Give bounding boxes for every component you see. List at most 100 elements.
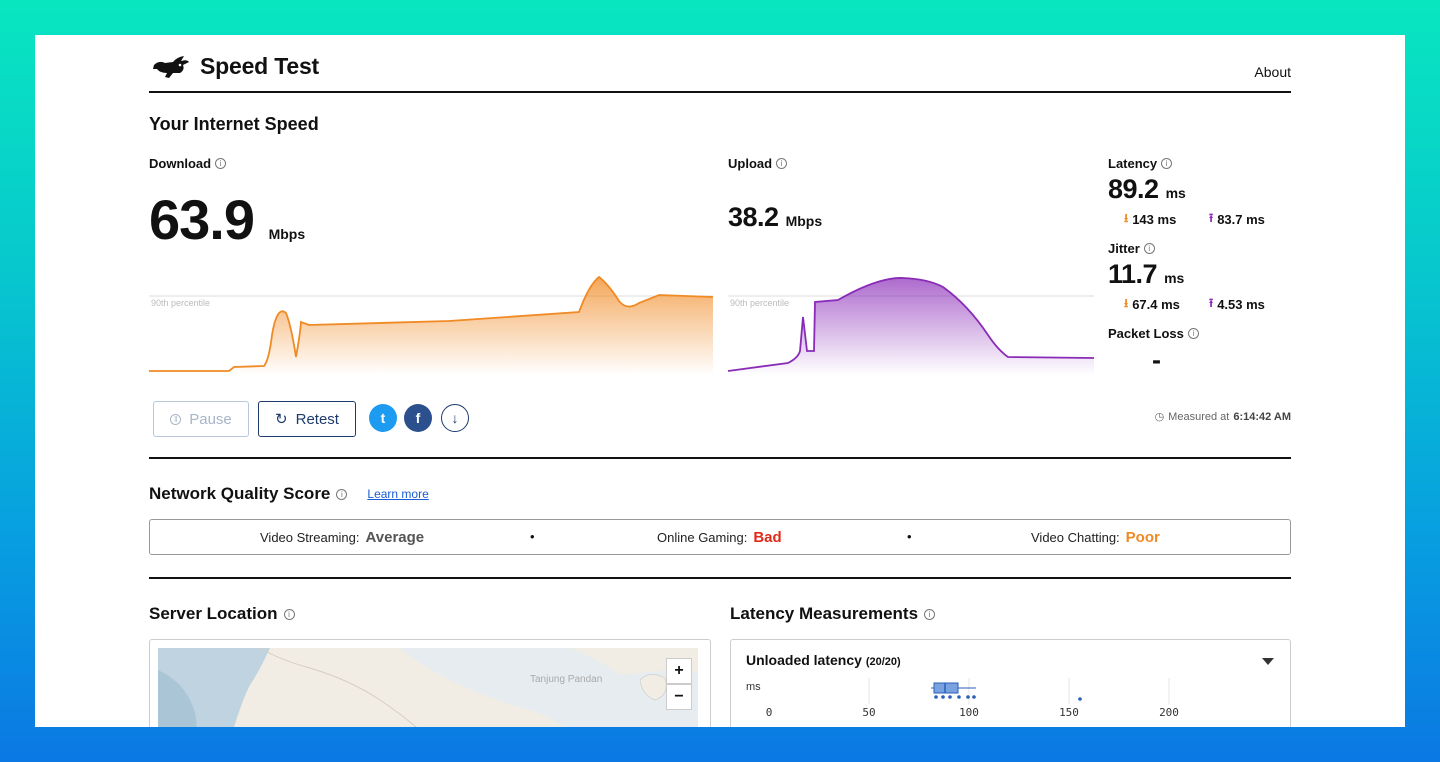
latency-panel-count: (20/20) xyxy=(865,656,901,668)
network-quality-box: Video Streaming: Average • Online Gaming… xyxy=(149,519,1291,555)
measured-at: ◷ Measured at 6:14:42 AM xyxy=(1155,410,1291,424)
latency-measurements-title: Latency Measurements i xyxy=(730,604,936,624)
percentile-label: 90th percentile xyxy=(151,298,210,308)
upload-value: 38.2 xyxy=(728,202,779,232)
jitter-unit: ms xyxy=(1164,270,1185,286)
jitter-download: ⭳ 67.4 ms xyxy=(1124,294,1180,315)
server-location-title: Server Location i xyxy=(149,604,295,624)
download-icon: ↓ xyxy=(451,410,459,426)
jitter-up-value: 4.53 ms xyxy=(1217,297,1265,312)
upload-label-text: Upload xyxy=(728,156,773,171)
learn-more-link[interactable]: Learn more xyxy=(367,487,428,501)
upload-arrow-icon: ⭱ xyxy=(1209,211,1214,225)
download-value: 63.9 xyxy=(149,188,255,251)
quality-value: Poor xyxy=(1125,529,1160,546)
upload-value-block: 38.2 Mbps xyxy=(728,202,822,233)
facebook-icon: f xyxy=(415,410,421,426)
info-icon[interactable]: i xyxy=(215,158,227,169)
retest-label: Retest xyxy=(295,410,339,428)
info-icon[interactable]: i xyxy=(1161,158,1173,169)
sample-point xyxy=(948,695,952,699)
info-icon[interactable]: i xyxy=(1187,328,1199,339)
latency-down-value: 143 ms xyxy=(1132,212,1177,227)
divider xyxy=(149,577,1291,579)
zoom-out-button[interactable]: − xyxy=(666,684,692,710)
retest-button[interactable]: ↻ Retest xyxy=(258,401,356,437)
quality-label: Online Gaming: xyxy=(657,530,748,545)
latency-value: 89.2 xyxy=(1108,174,1159,204)
info-icon[interactable]: i xyxy=(776,158,788,169)
latency-value-block: 89.2 ms xyxy=(1108,174,1186,205)
zoom-in-button[interactable]: + xyxy=(666,658,692,684)
jitter-upload: ⭱ 4.53 ms xyxy=(1209,294,1265,315)
map-canvas[interactable]: Tanjung Pandan xyxy=(150,640,711,727)
latency-unit: ms xyxy=(1165,185,1186,201)
download-arrow-icon: ⭳ xyxy=(1124,296,1129,310)
latency-up-value: 83.7 ms xyxy=(1217,212,1265,227)
download-results-button[interactable]: ↓ xyxy=(441,404,469,432)
packet-loss-label: Packet Loss i xyxy=(1108,326,1199,341)
latency-measurements-title-text: Latency Measurements xyxy=(730,604,919,623)
jitter-value-block: 11.7 ms xyxy=(1108,259,1184,290)
server-map[interactable]: Tanjung Pandan + − xyxy=(149,639,711,727)
download-chart: 90th percentile xyxy=(149,275,713,375)
chevron-down-icon[interactable] xyxy=(1262,658,1274,665)
tick-label: 200 xyxy=(1159,706,1179,719)
tick-label: 50 xyxy=(862,706,875,719)
sample-point xyxy=(934,695,938,699)
sample-point xyxy=(966,695,970,699)
info-icon[interactable]: i xyxy=(1143,243,1155,254)
download-label: Download i xyxy=(149,156,227,171)
latency-panel-header[interactable]: Unloaded latency (20/20) xyxy=(746,652,901,668)
jitter-label-text: Jitter xyxy=(1108,241,1140,256)
iqr-box xyxy=(933,682,959,694)
rabbit-logo-icon xyxy=(153,56,189,78)
speedtest-card: Speed Test About Your Internet Speed Dow… xyxy=(35,35,1405,727)
twitter-icon: t xyxy=(380,410,386,426)
about-link[interactable]: About xyxy=(1254,64,1291,80)
upload-unit: Mbps xyxy=(785,213,823,229)
server-location-title-text: Server Location xyxy=(149,604,278,623)
axis-unit: ms xyxy=(746,681,761,693)
quality-video-chatting: Video Chatting: Poor xyxy=(1031,529,1160,546)
pause-label: Pause xyxy=(189,410,232,428)
tick-label: 150 xyxy=(1059,706,1079,719)
info-icon[interactable]: i xyxy=(924,608,936,620)
tick-label: 0 xyxy=(766,706,773,719)
latency-panel: Unloaded latency (20/20) ms 0 50 100 150… xyxy=(730,639,1291,727)
latency-label-text: Latency xyxy=(1108,156,1158,171)
upload-label: Upload i xyxy=(728,156,788,171)
upload-area xyxy=(728,277,1094,375)
quality-label: Video Streaming: xyxy=(260,530,360,545)
sample-point xyxy=(941,695,945,699)
twitter-share-button[interactable]: t xyxy=(369,404,397,432)
section-title-speed: Your Internet Speed xyxy=(149,114,319,134)
facebook-share-button[interactable]: f xyxy=(404,404,432,432)
separator-dot: • xyxy=(907,529,912,544)
quality-online-gaming: Online Gaming: Bad xyxy=(657,529,782,546)
download-value-block: 63.9 Mbps xyxy=(149,187,305,252)
upload-arrow-icon: ⭱ xyxy=(1209,296,1214,310)
upload-chart: 90th percentile xyxy=(728,277,1094,375)
quality-value: Bad xyxy=(753,529,782,546)
refresh-icon: ↻ xyxy=(275,411,288,428)
latency-upload: ⭱ 83.7 ms xyxy=(1209,209,1265,230)
jitter-value: 11.7 xyxy=(1108,259,1158,289)
map-place-label: Tanjung Pandan xyxy=(530,674,602,685)
pause-button[interactable]: ǁ Pause xyxy=(153,401,249,437)
info-icon[interactable]: i xyxy=(283,608,295,620)
tick-label: 100 xyxy=(959,706,979,719)
app-title: Speed Test xyxy=(200,53,319,79)
latency-boxplot: ms 0 50 100 150 200 xyxy=(746,678,1179,719)
latency-label: Latency i xyxy=(1108,156,1173,171)
separator-dot: • xyxy=(530,529,535,544)
latency-download: ⭳ 143 ms xyxy=(1124,209,1176,230)
info-icon[interactable]: i xyxy=(336,488,348,500)
network-quality-title: Network Quality Score i Learn more xyxy=(149,484,429,504)
jitter-label: Jitter i xyxy=(1108,241,1155,256)
outlier-point xyxy=(1078,697,1082,701)
percentile-label: 90th percentile xyxy=(730,298,789,308)
quality-label: Video Chatting: xyxy=(1031,530,1120,545)
pause-icon: ǁ xyxy=(170,413,182,425)
sample-point xyxy=(957,695,961,699)
